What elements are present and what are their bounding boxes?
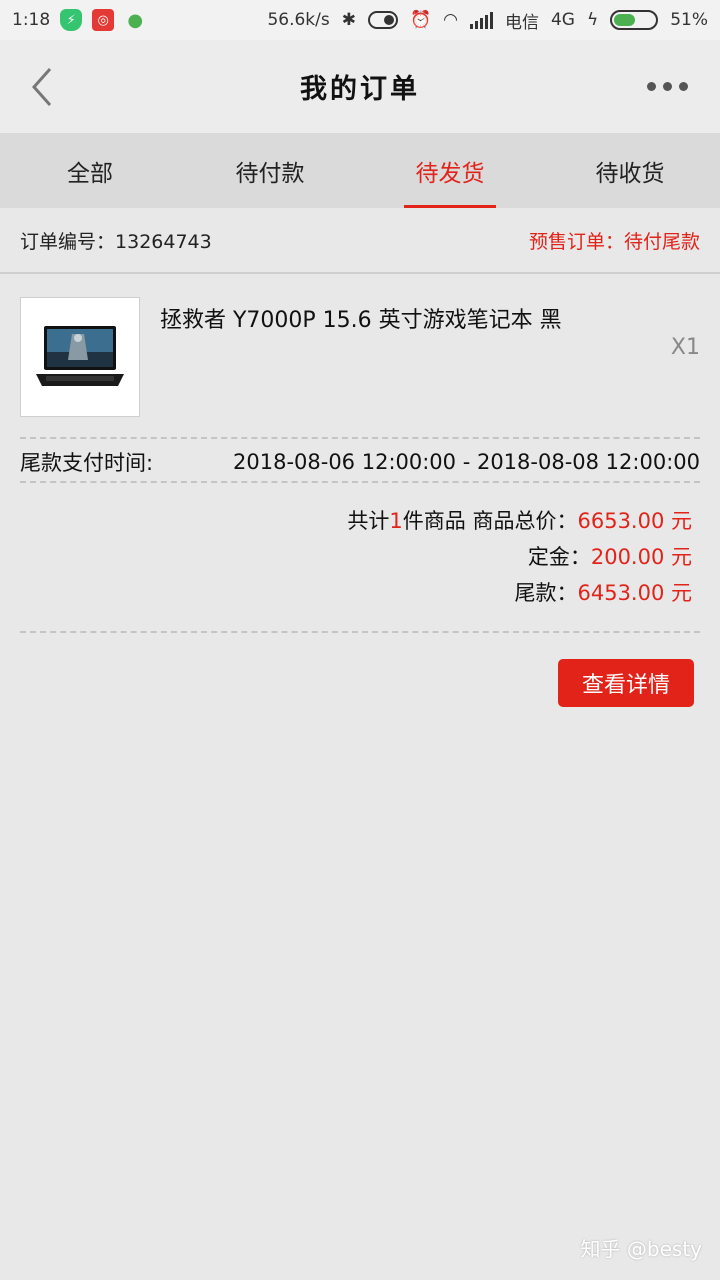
signal-icon (469, 11, 493, 29)
alarm-icon: ⏰ (409, 10, 432, 30)
status-bar: 1:18 ⚡ ◎ ● 56.6k/s ✱ ⏰ ◠ 电信 4G ϟ 51% (0, 0, 720, 40)
view-details-button[interactable]: 查看详情 (558, 659, 694, 707)
product-item[interactable]: 拯救者 Y7000P 15.6 英寸游戏笔记本 黑 X1 (20, 297, 700, 417)
laptop-image (36, 326, 124, 386)
balance-amount: 6453.00 元 (577, 581, 692, 605)
deposit-line: 定金：200.00 元 (347, 539, 692, 575)
carrier-label: 电信 (504, 12, 539, 33)
charging-icon: ϟ (586, 10, 599, 30)
order-tabs: 全部 待付款 待发货 待收货 (0, 133, 720, 208)
tab-all[interactable]: 全部 (0, 133, 180, 208)
app-header: 我的订单 (0, 40, 720, 133)
item-count: 1 (389, 509, 403, 533)
page-title: 我的订单 (300, 74, 420, 105)
product-image[interactable] (20, 297, 140, 417)
tab-pending-receipt[interactable]: 待收货 (540, 133, 720, 208)
balance-label: 尾款： (514, 581, 578, 605)
product-quantity: X1 (670, 335, 700, 360)
order-totals: 共计1件商品 商品总价：6653.00 元 定金：200.00 元 尾款：645… (347, 503, 692, 611)
order-info-row: 订单编号：13264743 预售订单：待付尾款 (0, 208, 720, 274)
order-number: 订单编号：13264743 (20, 227, 212, 254)
order-status: 预售订单：待付尾款 (528, 230, 700, 253)
vpn-toggle-icon (367, 11, 398, 29)
tab-pending-payment[interactable]: 待付款 (180, 133, 360, 208)
divider (20, 481, 700, 483)
chevron-left-icon (31, 68, 52, 106)
tab-pending-shipment[interactable]: 待发货 (360, 133, 540, 208)
network-type: 4G (550, 10, 575, 30)
deposit-amount: 200.00 元 (590, 545, 692, 569)
watermark: 知乎 @besty (580, 1237, 702, 1261)
wechat-icon: ● (127, 9, 144, 31)
status-time: 1:18 (12, 10, 51, 30)
balance-payment-time-row: 尾款支付时间: 2018-08-06 12:00:00 - 2018-08-08… (20, 441, 700, 483)
order-number-label: 订单编号： (20, 230, 116, 253)
battery-percent: 51% (670, 10, 708, 30)
security-shield-icon: ⚡ (60, 9, 83, 31)
total-price: 6653.00 元 (577, 509, 692, 533)
payment-time-label: 尾款支付时间: (20, 451, 154, 475)
more-dot (678, 81, 688, 91)
netease-music-icon: ◎ (92, 9, 115, 31)
battery-icon (610, 10, 659, 30)
order-number-value: 13264743 (115, 230, 212, 253)
divider (20, 631, 700, 633)
more-button[interactable] (642, 72, 692, 100)
balance-line: 尾款：6453.00 元 (347, 575, 692, 611)
more-dot (662, 81, 672, 91)
count-suffix: 件商品 商品总价： (402, 509, 578, 533)
total-line: 共计1件商品 商品总价：6653.00 元 (347, 503, 692, 539)
back-button[interactable] (22, 62, 62, 112)
divider (20, 437, 700, 439)
payment-time-range: 2018-08-06 12:00:00 - 2018-08-08 12:00:0… (233, 450, 700, 474)
more-dot (646, 81, 656, 91)
wifi-icon: ◠ (443, 10, 458, 30)
bluetooth-icon: ✱ (341, 10, 356, 30)
count-prefix: 共计 (347, 509, 390, 533)
product-name[interactable]: 拯救者 Y7000P 15.6 英寸游戏笔记本 黑 (160, 303, 600, 339)
deposit-label: 定金： (527, 545, 591, 569)
network-speed: 56.6k/s (267, 10, 330, 30)
order-list-screen: 1:18 ⚡ ◎ ● 56.6k/s ✱ ⏰ ◠ 电信 4G ϟ 51% 我的订… (0, 0, 720, 1280)
